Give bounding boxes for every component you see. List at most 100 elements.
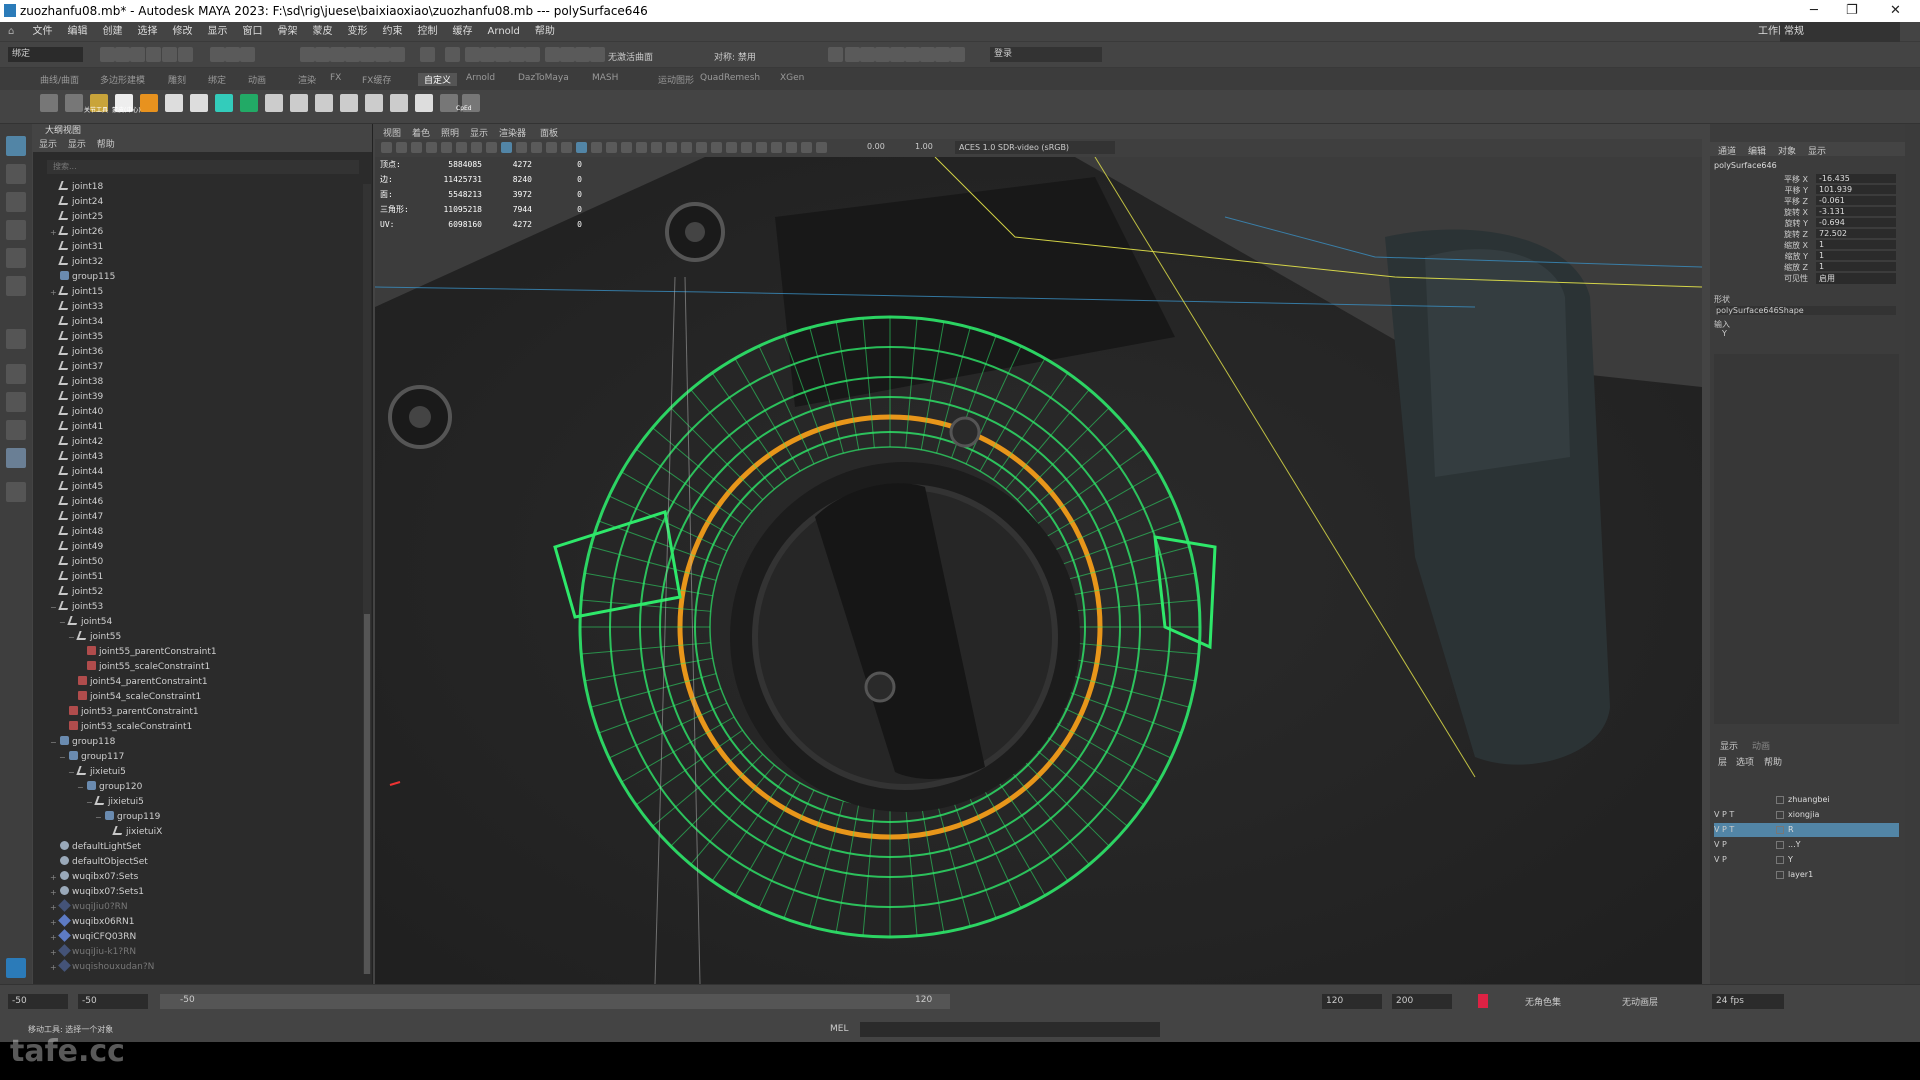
outliner-item[interactable]: + wuqiCFQ03RN [50, 929, 136, 945]
shelf-tab[interactable]: FX缓存 [362, 73, 391, 86]
outliner-item[interactable]: joint25 [58, 210, 103, 225]
layout-four-icon[interactable] [6, 392, 26, 412]
viewport-tool-icon[interactable] [636, 142, 647, 153]
colorspace-dropdown[interactable]: ACES 1.0 SDR-video (sRGB) [955, 141, 1115, 154]
home-icon[interactable]: ⌂ [8, 22, 14, 42]
character-set-dropdown[interactable]: 无角色集 [1525, 995, 1561, 1008]
status-tool-icon[interactable] [345, 47, 360, 62]
shelf-button[interactable] [315, 94, 333, 112]
viewport-tool-icon[interactable] [591, 142, 602, 153]
shelf-button[interactable] [365, 94, 383, 112]
viewport-tool-icon[interactable] [561, 142, 572, 153]
viewport-tool-icon[interactable] [651, 142, 662, 153]
auto-key-icon[interactable] [1478, 994, 1488, 1008]
outliner-item[interactable]: joint35 [58, 330, 103, 345]
outliner-item[interactable]: joint53_scaleConstraint1 [69, 720, 192, 735]
menu-item[interactable]: 约束 [383, 22, 403, 42]
outliner-item[interactable]: joint48 [58, 525, 103, 540]
layer-vp-toggle[interactable]: V P T [1714, 823, 1764, 837]
menu-set-dropdown[interactable]: 绑定 [8, 47, 83, 62]
layer-row[interactable]: V P ...Y [1714, 838, 1899, 852]
outliner-item[interactable]: − joint55 [68, 630, 121, 645]
outliner-item[interactable]: joint45 [58, 480, 103, 495]
range-start-field[interactable]: -50 [78, 994, 148, 1009]
shelf-tab[interactable]: 雕刻 [168, 73, 186, 86]
outliner-item[interactable]: joint40 [58, 405, 103, 420]
outliner-item[interactable]: joint50 [58, 555, 103, 570]
shelf-button[interactable] [390, 94, 408, 112]
cb-menu-channels[interactable]: 通道 [1718, 144, 1736, 157]
status-tool-icon[interactable] [545, 47, 560, 62]
outliner-item[interactable]: joint32 [58, 255, 103, 270]
channel-row[interactable]: 旋转 Z 72.502 [1710, 229, 1900, 239]
status-tool-icon[interactable] [480, 47, 495, 62]
status-tool-icon[interactable] [162, 47, 177, 62]
shelf-button[interactable] [240, 94, 258, 112]
menu-item[interactable]: Arnold [488, 22, 520, 42]
status-tool-icon[interactable] [100, 47, 115, 62]
shelf-button[interactable] [65, 94, 83, 112]
status-tool-icon[interactable] [360, 47, 375, 62]
outliner-scrollbar[interactable] [363, 184, 371, 974]
expand-toggle-icon[interactable]: − [68, 765, 75, 780]
layer-tab-display[interactable]: 显示 [1720, 739, 1738, 752]
layer-row[interactable]: V P T xiongjia [1714, 808, 1899, 822]
cb-menu-object[interactable]: 对象 [1778, 144, 1796, 157]
close-button[interactable]: ✕ [1890, 3, 1901, 18]
outliner-item[interactable]: joint51 [58, 570, 103, 585]
outliner-item[interactable]: + wuqibx07:Sets1 [50, 885, 144, 900]
outliner-item[interactable]: + wuqiJiu0?RN [50, 899, 128, 915]
expand-toggle-icon[interactable]: − [68, 630, 75, 645]
status-tool-icon[interactable] [560, 47, 575, 62]
maximize-button[interactable]: ❐ [1846, 3, 1858, 18]
status-tool-icon[interactable] [375, 47, 390, 62]
channel-value[interactable]: 1 [1816, 262, 1896, 271]
layout-outliner-icon[interactable] [6, 448, 26, 468]
outliner-item[interactable]: joint42 [58, 435, 103, 450]
inputs-value[interactable]: Y [1722, 329, 1727, 338]
viewport-tool-icon[interactable] [471, 142, 482, 153]
shape-name[interactable]: polySurface646Shape [1716, 306, 1896, 315]
status-tool-icon[interactable] [875, 47, 890, 62]
outliner-item[interactable]: joint36 [58, 345, 103, 360]
viewport-tool-icon[interactable] [681, 142, 692, 153]
viewport-tool-icon[interactable] [816, 142, 827, 153]
outliner-item[interactable]: defaultObjectSet [60, 855, 148, 870]
outliner-item[interactable]: − joint54 [59, 615, 112, 630]
shelf-button[interactable] [215, 94, 233, 112]
outliner-item[interactable]: joint18 [58, 180, 103, 195]
outliner-item[interactable]: group115 [60, 270, 115, 285]
channel-value[interactable]: 1 [1816, 251, 1896, 260]
viewport-tool-icon[interactable] [666, 142, 677, 153]
channel-row[interactable]: 旋转 X -3.131 [1710, 207, 1900, 217]
outliner-item[interactable]: joint37 [58, 360, 103, 375]
status-tool-icon[interactable] [510, 47, 525, 62]
status-tool-icon[interactable] [240, 47, 255, 62]
outliner-item[interactable]: − jixietui5 [86, 795, 144, 810]
expand-toggle-icon[interactable]: + [50, 900, 57, 915]
shelf-button[interactable] [40, 94, 58, 112]
viewport-tool-icon[interactable] [516, 142, 527, 153]
shelf-button[interactable] [265, 94, 283, 112]
layer-color-swatch[interactable] [1776, 826, 1784, 834]
viewport-tool-icon[interactable] [426, 142, 437, 153]
layer-vp-toggle[interactable]: V P T [1714, 808, 1764, 822]
viewport-tool-icon[interactable] [726, 142, 737, 153]
exposure-value[interactable]: 0.00 [867, 142, 885, 151]
outliner-item[interactable]: − group120 [77, 780, 142, 795]
menu-item[interactable]: 修改 [173, 22, 193, 42]
viewport-tool-icon[interactable] [381, 142, 392, 153]
last-tool-icon[interactable] [6, 329, 26, 349]
layer-row[interactable]: zhuangbei [1714, 793, 1899, 807]
viewport-tool-icon[interactable] [546, 142, 557, 153]
status-tool-icon[interactable] [115, 47, 130, 62]
expand-toggle-icon[interactable]: + [50, 960, 57, 975]
layer-menu-help[interactable]: 帮助 [1764, 755, 1782, 768]
status-tool-icon[interactable] [905, 47, 920, 62]
shelf-tab[interactable]: 绑定 [208, 73, 226, 86]
status-tool-icon[interactable] [465, 47, 480, 62]
viewport-tool-icon[interactable] [606, 142, 617, 153]
outliner-item[interactable]: joint55_parentConstraint1 [87, 645, 217, 660]
layer-color-swatch[interactable] [1776, 796, 1784, 804]
lasso-tool-icon[interactable] [6, 164, 26, 184]
